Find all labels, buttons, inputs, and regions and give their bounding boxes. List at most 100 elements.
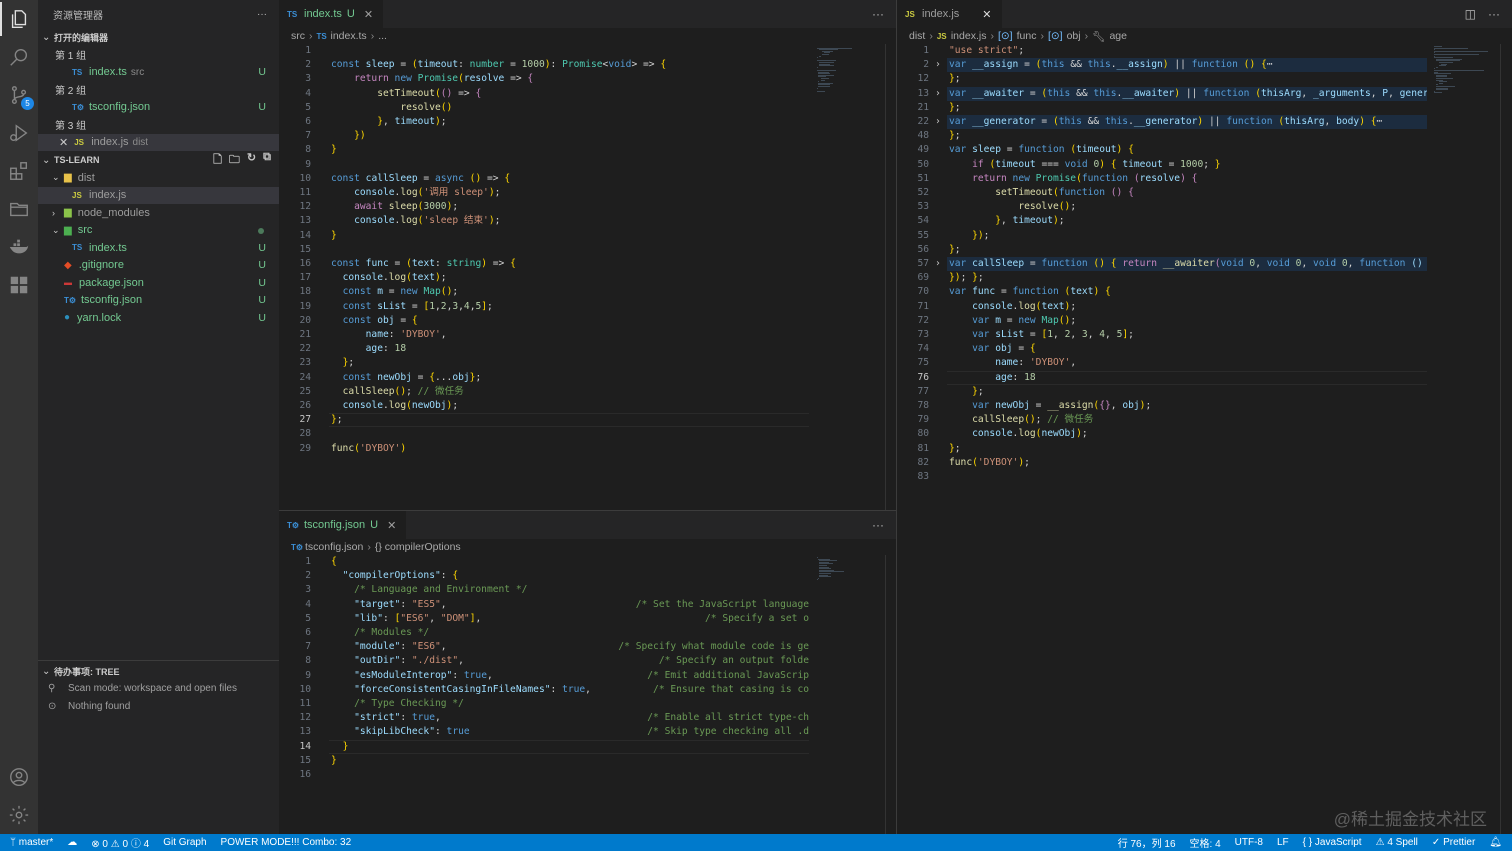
code-line[interactable]: "compilerOptions": { [331,569,459,583]
minimap[interactable] [1430,44,1500,94]
breadcrumb-item[interactable]: index.ts [331,30,367,42]
encoding[interactable]: UTF-8 [1235,837,1263,848]
code-line[interactable]: }, timeout); [331,115,446,129]
code-line[interactable]: "strict": true, [331,711,441,725]
code-line[interactable]: console.log(newObj); [949,427,1088,441]
vertical-scrollbar[interactable] [885,555,886,834]
code-line[interactable]: /* Type Checking */ [331,697,464,711]
code-line[interactable]: "target": "ES5", [331,598,446,612]
breadcrumb-item[interactable]: {} compilerOptions [375,541,461,553]
code-line[interactable]: }; [949,385,984,399]
code-line[interactable]: name: 'DYBOY', [331,328,447,342]
tree-item-gitignore[interactable]: ◆ .gitignore U [38,257,279,275]
extensions-icon[interactable] [0,152,38,190]
breadcrumb-item[interactable]: obj [1067,30,1081,42]
tab-tsconfig-json[interactable]: T⚙ tsconfig.json U ✕ [279,511,407,539]
split-editor-icon[interactable]: ◫ [1465,7,1476,21]
docker-icon[interactable] [0,228,38,266]
close-icon[interactable]: ✕ [364,8,373,21]
bell-icon[interactable]: 🔔︎ [1489,837,1502,848]
code-line[interactable]: }); }; [949,271,984,285]
tree-item-index-ts[interactable]: TS index.ts U [38,239,279,257]
project-header[interactable]: ⌄ TS-LEARN 🗋 🗀 ↻ ⧉ [38,151,279,169]
code-line[interactable]: callSleep(); // 微任务 [331,385,464,399]
grid-icon[interactable] [0,266,38,304]
code-line[interactable]: resolve() [331,101,452,115]
code-line[interactable]: }; [949,129,961,143]
close-icon[interactable]: ✕ [387,519,396,532]
vertical-scrollbar[interactable] [885,44,886,510]
minimap[interactable] [813,555,885,581]
code-line[interactable]: console.log(text); [331,271,447,285]
code-line[interactable]: "use strict"; [949,44,1024,58]
code-line[interactable]: "skipLibCheck": true [331,725,470,739]
code-line[interactable]: age: 18 [331,342,406,356]
gear-icon[interactable] [0,796,38,834]
open-editor-item[interactable]: TS index.ts src U [38,64,279,82]
code-editor[interactable]: 1 {2 "compilerOptions": {3 /* Language an… [279,555,809,834]
code-line[interactable]: const m = new Map(); [331,285,459,299]
code-line[interactable]: /* Modules */ [331,626,429,640]
code-line[interactable]: setTimeout(() => { [331,87,481,101]
breadcrumb-item[interactable]: ... [378,30,387,42]
code-line[interactable]: func('DYBOY'); [949,456,1030,470]
code-line[interactable]: var m = new Map(); [949,314,1076,328]
code-line[interactable]: "lib": ["ES6", "DOM"], [331,612,481,626]
code-line[interactable]: callSleep(); // 微任务 [949,413,1093,427]
explorer-icon[interactable] [0,0,38,38]
breadcrumb-item[interactable]: tsconfig.json [305,541,363,553]
code-line[interactable]: var sList = [1, 2, 3, 4, 5]; [949,328,1134,342]
code-line[interactable]: resolve(); [949,200,1076,214]
code-line[interactable]: console.log('sleep 结束'); [331,214,500,228]
tree-item-node-modules[interactable]: › ▆ node_modules [38,204,279,222]
tree-item-src[interactable]: ⌄ ▆ src [38,222,279,240]
code-line[interactable]: }, timeout); [949,214,1064,228]
code-line[interactable]: const newObj = {...obj}; [331,371,482,385]
tab-index-ts[interactable]: TS index.ts U ✕ [279,0,384,28]
code-line[interactable]: func('DYBOY') [331,442,406,456]
debug-icon[interactable] [0,114,38,152]
code-line[interactable]: "esModuleInterop": true, [331,669,493,683]
branch-status[interactable]: ᛘ master* [10,837,53,848]
indentation[interactable]: 空格: 4 [1190,835,1221,850]
code-line[interactable]: }); [949,229,989,243]
new-folder-icon[interactable]: 🗀 [229,151,240,170]
code-line[interactable]: }; [331,413,343,427]
code-line[interactable]: }; [949,72,961,86]
open-editor-item[interactable]: T⚙ tsconfig.json U [38,99,279,117]
open-editors-header[interactable]: ⌄ 打开的编辑器 [38,28,279,46]
code-line[interactable]: return new Promise(resolve => { [331,72,533,86]
code-line[interactable]: const sList = [1,2,3,4,5]; [331,300,493,314]
problems-status[interactable]: ⊗ 0 ⚠ 0 ⓘ 4 [91,835,149,850]
more-actions-button[interactable]: ··· [257,9,267,20]
code-line[interactable]: var func = function (text) { [949,285,1111,299]
folder-icon[interactable] [0,190,38,228]
vertical-scrollbar[interactable] [1500,44,1501,834]
tree-item-package-json[interactable]: ▬ package.json U [38,274,279,292]
code-line[interactable]: } [331,229,337,243]
code-line[interactable]: }) [331,129,366,143]
code-line[interactable]: var __assign = (this && this.__assign) |… [949,58,1273,72]
code-line[interactable]: "outDir": "./dist", [331,654,464,668]
code-line[interactable]: const sleep = (timeout: number = 1000): … [331,58,666,72]
refresh-icon[interactable]: ↻ [247,151,256,170]
code-line[interactable]: var obj = { [949,342,1036,356]
code-line[interactable]: await sleep(3000); [331,200,458,214]
close-icon[interactable]: ✕ [982,8,991,21]
tree-item-dist[interactable]: ⌄ ▆ dist [38,169,279,187]
minimap[interactable] [813,44,885,94]
code-line[interactable]: console.log(newObj); [331,399,459,413]
breadcrumb-item[interactable]: dist [909,30,925,42]
git-graph-button[interactable]: Git Graph [163,837,206,848]
code-line[interactable]: setTimeout(function () { [949,186,1134,200]
code-line[interactable]: /* Language and Environment */ [331,583,527,597]
breadcrumb-item[interactable]: index.js [951,30,987,42]
tree-item-yarn-lock[interactable]: ● yarn.lock U [38,309,279,327]
more-actions-button[interactable]: ··· [872,7,884,21]
account-icon[interactable] [0,758,38,796]
open-editor-item[interactable]: ✕ JS index.js dist [38,133,279,151]
spell-check-status[interactable]: ⚠ 4 Spell [1376,837,1418,848]
fold-chevron-icon[interactable]: › [935,87,941,101]
tree-item-tsconfig[interactable]: T⚙ tsconfig.json U [38,292,279,310]
code-line[interactable]: }; [331,356,355,370]
